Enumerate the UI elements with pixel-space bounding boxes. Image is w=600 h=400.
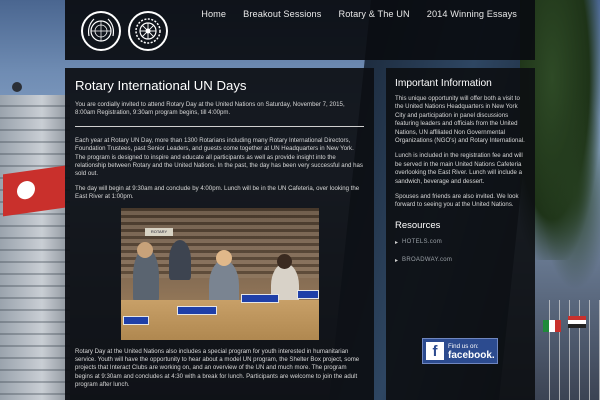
main-navigation: Home Breakout Sessions Rotary & The UN 2… xyxy=(201,9,517,19)
background-flag xyxy=(3,165,65,217)
nav-rotary-and-the-un[interactable]: Rotary & The UN xyxy=(338,9,409,19)
page-title: Rotary International UN Days xyxy=(75,78,247,93)
rotary-wheel-icon[interactable] xyxy=(128,11,168,51)
sidebar-paragraph: This unique opportunity will offer both … xyxy=(395,95,525,145)
resource-link-broadway[interactable]: BROADWAY.com xyxy=(402,257,452,263)
photo-nameplate xyxy=(297,289,319,299)
photo-banner: ROTARY xyxy=(145,227,173,236)
arrow-right-icon: ▸ xyxy=(395,239,399,246)
resource-item: ▸ HOTELS.com xyxy=(395,239,526,246)
photo-person-head xyxy=(137,241,153,258)
sidebar-title: Important Information xyxy=(395,78,492,89)
resource-link-hotels[interactable]: HOTELS.com xyxy=(402,239,442,245)
facebook-button[interactable]: f Find us on: facebook. xyxy=(422,338,498,364)
sidebar-paragraph: Lunch is included in the registration fe… xyxy=(395,152,523,185)
facebook-label: Find us on: facebook. xyxy=(448,342,495,361)
resource-item: ▸ BROADWAY.com xyxy=(395,257,526,264)
event-photo: ROTARY xyxy=(121,207,319,340)
photo-nameplate xyxy=(241,293,279,303)
body-paragraph: Each year at Rotary UN Day, more than 13… xyxy=(75,136,363,178)
photo-nameplate xyxy=(123,315,149,325)
background-small-flag xyxy=(543,320,561,332)
photo-person xyxy=(169,239,191,280)
photo-desk xyxy=(121,299,319,340)
main-content: Rotary International UN Days You are cor… xyxy=(65,68,374,400)
intro-paragraph: You are cordially invited to attend Rota… xyxy=(75,101,345,117)
body-paragraph: The day will begin at 9:30am and conclud… xyxy=(75,184,360,201)
nav-breakout-sessions[interactable]: Breakout Sessions xyxy=(243,9,321,19)
background-street-lamp xyxy=(12,82,22,92)
photo-person-head xyxy=(277,253,292,269)
body-paragraph: Rotary Day at the United Nations also in… xyxy=(75,347,360,389)
nav-winning-essays[interactable]: 2014 Winning Essays xyxy=(427,9,517,19)
background-tree-lower xyxy=(540,90,600,290)
photo-person-head xyxy=(216,249,232,266)
facebook-f-icon: f xyxy=(426,342,444,360)
background-flagpoles xyxy=(540,300,600,400)
un-emblem-icon[interactable] xyxy=(81,11,121,51)
photo-nameplate xyxy=(177,305,217,315)
sidebar: Important Information This unique opport… xyxy=(386,68,535,400)
sidebar-paragraph: Spouses and friends are also invited. We… xyxy=(395,193,519,209)
facebook-wordmark: facebook. xyxy=(448,350,495,361)
divider xyxy=(75,125,364,127)
site-header: Home Breakout Sessions Rotary & The UN 2… xyxy=(65,0,535,60)
nav-home[interactable]: Home xyxy=(201,9,226,19)
arrow-right-icon: ▸ xyxy=(395,257,399,264)
resources-title: Resources xyxy=(395,219,441,231)
background-small-flag xyxy=(568,316,586,328)
background-building-left xyxy=(0,95,70,400)
